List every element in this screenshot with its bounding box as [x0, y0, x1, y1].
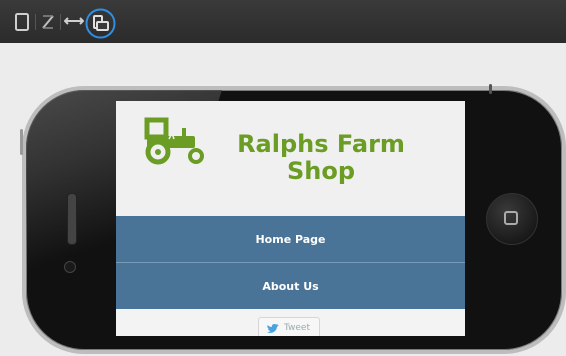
phone-top-button — [489, 84, 492, 94]
nav-item-label: Home Page — [255, 232, 326, 246]
phone-screen: Ralphs Farm Shop Home Page About Us Twee… — [116, 101, 465, 336]
site-title: Ralphs Farm Shop — [221, 131, 421, 185]
nav-item-about[interactable]: About Us — [116, 263, 465, 309]
site-title-line2: Shop — [286, 157, 356, 185]
portrait-device-icon[interactable] — [15, 13, 29, 31]
pen-icon[interactable] — [41, 14, 55, 30]
nav-item-home[interactable]: Home Page — [116, 216, 465, 262]
phone-camera — [64, 261, 76, 273]
nav-item-label: About Us — [262, 279, 319, 293]
top-toolbar — [0, 0, 566, 43]
tweet-button[interactable]: Tweet — [258, 317, 320, 336]
tractor-icon — [144, 117, 204, 165]
home-button[interactable] — [486, 193, 538, 245]
phone-side-button — [20, 129, 23, 155]
twitter-bird-icon — [267, 323, 279, 333]
site-header: Ralphs Farm Shop — [116, 101, 465, 216]
rotate-device-icon[interactable] — [85, 8, 116, 39]
resize-horizontal-icon[interactable] — [64, 16, 84, 26]
home-button-icon — [504, 211, 518, 225]
tweet-label: Tweet — [284, 323, 310, 333]
phone-speaker — [67, 193, 77, 245]
site-title-line1: Ralphs Farm — [237, 130, 405, 158]
